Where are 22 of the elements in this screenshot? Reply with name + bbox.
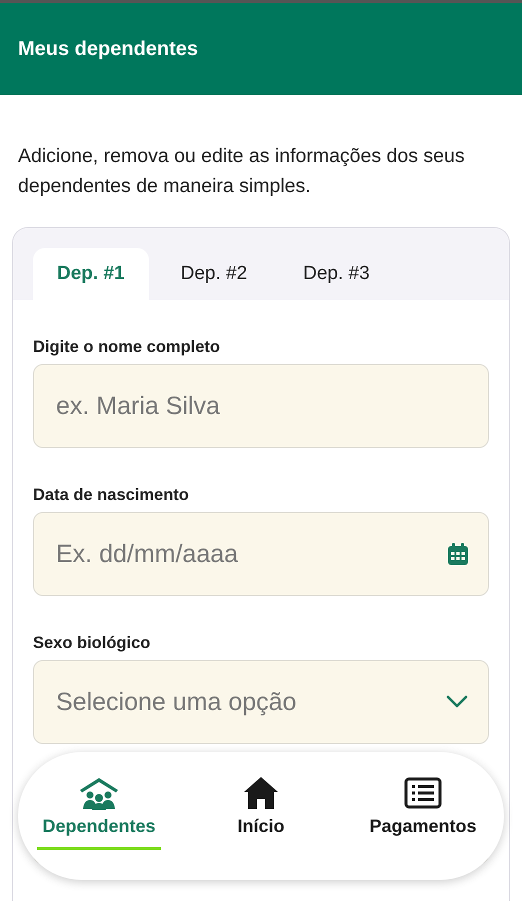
date-input-field[interactable]: Ex. dd/mm/aaaa: [33, 512, 489, 596]
nav-item[interactable]: Início: [237, 816, 284, 837]
field-label: Digite o nome completo: [33, 337, 222, 358]
field-label: Data de nascimento: [33, 485, 190, 506]
select-dropdown[interactable]: Selecione uma opção: [33, 660, 489, 744]
list-icon: [404, 777, 442, 809]
select-value[interactable]: Selecione uma opção: [54, 686, 446, 718]
field-label: Sexo biológico: [33, 633, 152, 654]
nav-item[interactable]: Pagamentos: [369, 816, 477, 837]
text-input-field[interactable]: ex. Maria Silva: [33, 364, 489, 448]
family-house-icon: [78, 776, 120, 810]
page-title: Meus dependentes: [18, 38, 198, 60]
description-text: Adicione, remova ou edite as informações dos seus dependentes de maneira simples.: [18, 144, 466, 199]
nav-item[interactable]: Dependentes: [42, 816, 156, 837]
text-input[interactable]: ex. Maria Silva: [54, 390, 468, 422]
home-icon: [243, 776, 279, 810]
calendar-icon[interactable]: [448, 543, 468, 565]
text-input[interactable]: Ex. dd/mm/aaaa: [54, 538, 448, 570]
dependent-tab[interactable]: Dep. #3: [279, 248, 394, 300]
dependent-tab[interactable]: Dep. #1: [33, 248, 149, 300]
chevron-down-icon[interactable]: [446, 695, 468, 709]
dependent-tab[interactable]: Dep. #2: [156, 248, 272, 300]
